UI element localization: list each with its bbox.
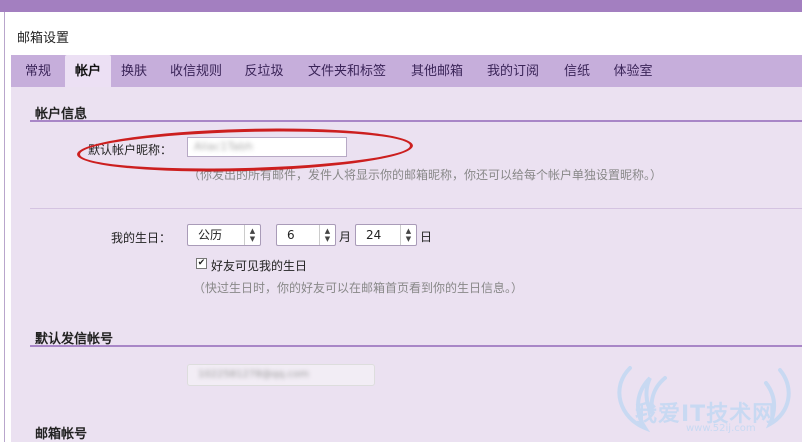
tab-general[interactable]: 常规: [11, 55, 65, 87]
birthday-hint: （快过生日时，你的好友可以在邮箱首页看到你的生日信息。）: [193, 281, 524, 295]
day-unit: 日: [420, 230, 433, 244]
tab-folders-labels[interactable]: 文件夹和标签: [301, 55, 393, 87]
section-divider: [30, 120, 802, 122]
row-divider: [30, 208, 802, 209]
watermark-url: www.52ij.com: [686, 423, 756, 434]
top-accent-bar: [0, 0, 802, 12]
tab-skin[interactable]: 换肤: [113, 55, 155, 87]
birthday-label: 我的生日：: [111, 231, 172, 245]
tab-stationery[interactable]: 信纸: [556, 55, 598, 87]
section-title-mailbox-account: 邮箱帐号: [35, 427, 88, 442]
month-unit: 月: [339, 230, 352, 244]
spinner-arrows-icon: ▲ ▼: [319, 225, 335, 245]
month-select[interactable]: 6 ▲ ▼: [276, 224, 336, 246]
tab-account[interactable]: 帐户: [65, 55, 111, 87]
day-value: 24: [366, 228, 382, 242]
day-select[interactable]: 24 ▲ ▼: [355, 224, 417, 246]
tab-lab[interactable]: 体验室: [605, 55, 661, 87]
calendar-value: 公历: [198, 228, 223, 242]
spinner-arrows-icon: ▲ ▼: [244, 225, 260, 245]
calendar-select[interactable]: 公历 ▲ ▼: [187, 224, 261, 246]
settings-tab-bar: 常规 帐户 换肤 收信规则 反垃圾 文件夹和标签 其他邮箱 我的订阅 信纸 体验…: [11, 55, 802, 87]
default-sender-select[interactable]: 1022581278@qq.com: [187, 364, 375, 386]
month-value: 6: [287, 228, 295, 242]
section-divider: [30, 345, 802, 347]
tab-anti-spam[interactable]: 反垃圾: [238, 55, 290, 87]
tab-my-subscriptions[interactable]: 我的订阅: [480, 55, 546, 87]
birthday-visible-checkbox[interactable]: ✔: [196, 258, 207, 269]
tab-other-mailboxes[interactable]: 其他邮箱: [404, 55, 470, 87]
page-title: 邮箱设置: [17, 31, 70, 46]
spinner-arrows-icon: ▲ ▼: [400, 225, 416, 245]
default-sender-value: 1022581278@qq.com: [198, 369, 309, 380]
tab-mail-rules[interactable]: 收信规则: [163, 55, 229, 87]
birthday-visible-label: 好友可见我的生日: [211, 259, 308, 273]
